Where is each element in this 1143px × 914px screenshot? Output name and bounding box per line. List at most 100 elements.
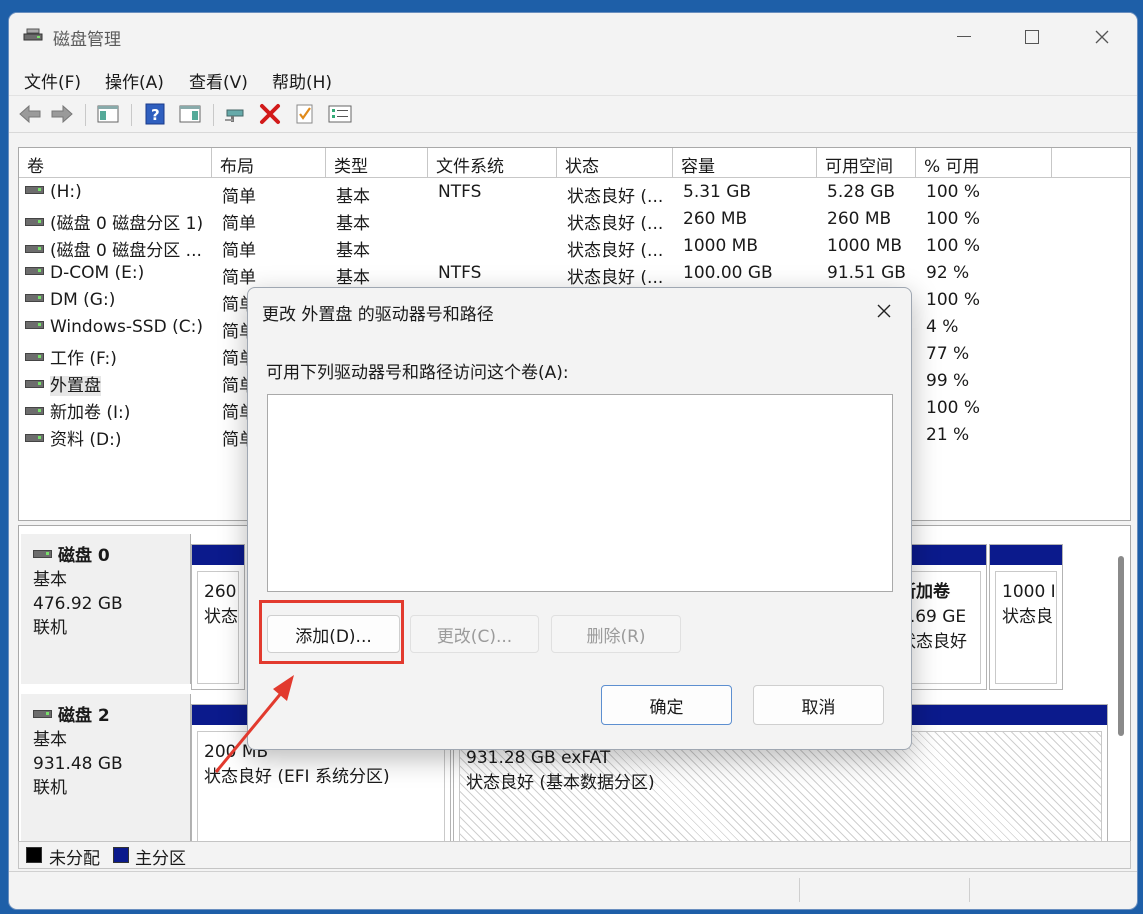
volume-percent-free: 100 %	[926, 182, 981, 202]
close-icon	[1095, 30, 1109, 44]
disk-size: 931.48 GB	[33, 754, 123, 774]
volume-capacity: 1000 MB	[683, 236, 758, 256]
status-bar	[9, 871, 1137, 908]
menu-file[interactable]: 文件(F)	[24, 68, 81, 93]
forward-arrow-icon	[51, 104, 73, 124]
drive-icon	[25, 218, 44, 226]
volume-free: 1000 MB	[827, 236, 902, 256]
col-header-filesystem[interactable]: 文件系统	[428, 148, 557, 178]
drive-path-list[interactable]	[267, 394, 893, 592]
disk-management-app-icon	[23, 28, 43, 41]
volume-name: 新加卷 (I:)	[50, 403, 131, 423]
help-icon: ?	[145, 103, 165, 125]
forward-button[interactable]	[49, 101, 75, 127]
disk-name: 磁盘 2	[58, 706, 110, 726]
legend-primary-label: 主分区	[135, 849, 186, 869]
menu-view[interactable]: 查看(V)	[189, 68, 248, 93]
volume-capacity: 5.31 GB	[683, 182, 752, 202]
volume-type: 基本	[336, 214, 370, 234]
col-header-capacity[interactable]: 容量	[673, 148, 817, 178]
volume-capacity: 260 MB	[683, 209, 748, 229]
volume-name: DM (G:)	[50, 290, 116, 310]
table-row[interactable]: (磁盘 0 磁盘分区 ... 简单 基本 状态良好 (... 1000 MB 1…	[19, 233, 1130, 261]
volume-name: D-COM (E:)	[50, 263, 145, 283]
disk-type: 基本	[33, 730, 67, 750]
menu-help[interactable]: 帮助(H)	[272, 68, 332, 93]
dialog-title: 更改 外置盘 的驱动器号和路径	[262, 305, 494, 325]
minimize-icon	[957, 36, 971, 37]
disk-0-partition[interactable]: 260 状态	[191, 544, 245, 690]
help-button[interactable]: ?	[142, 101, 168, 127]
volume-name: 工作 (F:)	[50, 349, 117, 369]
primary-partition-bar	[900, 545, 986, 565]
dialog-close-button[interactable]	[867, 296, 901, 326]
show-hide-console-tree-button[interactable]	[95, 101, 121, 127]
volume-capacity: 100.00 GB	[683, 263, 773, 283]
volume-free: 260 MB	[827, 209, 892, 229]
volume-type: 基本	[336, 268, 370, 288]
volume-type: 基本	[336, 241, 370, 261]
remove-button[interactable]: 删除(R)	[551, 615, 681, 653]
title-bar: 磁盘管理	[9, 13, 1137, 61]
show-hide-action-pane-button[interactable]	[177, 101, 203, 127]
partition-status: 状态良	[1002, 607, 1053, 627]
volume-layout: 简单	[222, 214, 256, 234]
drive-icon	[25, 407, 44, 415]
cancel-button[interactable]: 取消	[753, 685, 884, 725]
volume-name: (磁盘 0 磁盘分区 1)	[50, 214, 204, 234]
legend-unallocated-swatch	[26, 847, 42, 863]
table-row[interactable]: (H:) 简单 基本 NTFS 状态良好 (... 5.31 GB 5.28 G…	[19, 179, 1130, 207]
volume-percent-free: 4 %	[926, 317, 959, 337]
legend: 未分配 主分区	[18, 841, 1131, 869]
table-row[interactable]: (磁盘 0 磁盘分区 1) 简单 基本 状态良好 (... 260 MB 260…	[19, 206, 1130, 234]
volume-name: 资料 (D:)	[50, 430, 122, 450]
volume-percent-free: 100 %	[926, 290, 981, 310]
close-icon	[877, 304, 891, 318]
dialog-instruction-label: 可用下列驱动器号和路径访问这个卷(A):	[266, 363, 569, 383]
back-button[interactable]	[17, 101, 43, 127]
col-header-percent-free[interactable]: % 可用	[916, 148, 1052, 178]
table-row[interactable]: D-COM (E:) 简单 基本 NTFS 状态良好 (... 100.00 G…	[19, 260, 1130, 288]
menu-action[interactable]: 操作(A)	[105, 68, 164, 93]
col-header-type[interactable]: 类型	[326, 148, 428, 178]
toolbar: ?	[9, 95, 1137, 133]
col-header-layout[interactable]: 布局	[212, 148, 326, 178]
disk-0-partition[interactable]: 新加卷 5.69 GE 状态良好	[899, 544, 987, 690]
volume-status: 状态良好 (...	[567, 187, 664, 207]
volume-layout: 简单	[222, 268, 256, 288]
col-header-status[interactable]: 状态	[557, 148, 673, 178]
console-tree-icon	[97, 105, 119, 123]
disk-state: 联机	[33, 778, 67, 798]
volume-filesystem: NTFS	[438, 263, 482, 283]
volume-name: 外置盘	[50, 376, 101, 396]
volume-percent-free: 100 %	[926, 398, 981, 418]
maximize-button[interactable]	[1002, 19, 1062, 55]
col-header-free-space[interactable]: 可用空间	[817, 148, 916, 178]
disk-0-label[interactable]: 磁盘 0 基本 476.92 GB 联机	[21, 534, 191, 684]
check-properties-button[interactable]	[292, 101, 318, 127]
minimize-button[interactable]	[934, 19, 994, 55]
connect-drive-button[interactable]	[222, 101, 248, 127]
col-header-volume[interactable]: 卷	[19, 148, 212, 178]
properties-list-button[interactable]	[327, 101, 353, 127]
drive-icon	[33, 710, 52, 718]
disk-type: 基本	[33, 570, 67, 590]
action-pane-icon	[179, 105, 201, 123]
delete-button[interactable]	[257, 101, 283, 127]
volume-type: 基本	[336, 187, 370, 207]
vertical-scrollbar[interactable]	[1118, 556, 1124, 736]
disk-2-label[interactable]: 磁盘 2 基本 931.48 GB 联机	[21, 694, 191, 842]
volume-percent-free: 100 %	[926, 236, 981, 256]
drive-icon	[25, 434, 44, 442]
checklist-icon	[296, 104, 313, 124]
volume-free: 5.28 GB	[827, 182, 896, 202]
volume-percent-free: 77 %	[926, 344, 970, 364]
back-arrow-icon	[19, 104, 41, 124]
close-window-button[interactable]	[1072, 19, 1132, 55]
disk-0-partition[interactable]: 1000 I 状态良	[989, 544, 1063, 690]
volume-layout: 简单	[222, 187, 256, 207]
ok-button[interactable]: 确定	[601, 685, 732, 725]
primary-partition-bar	[192, 545, 244, 565]
partition-status: 状态良好 (EFI 系统分区)	[204, 767, 390, 787]
change-button[interactable]: 更改(C)...	[410, 615, 539, 653]
